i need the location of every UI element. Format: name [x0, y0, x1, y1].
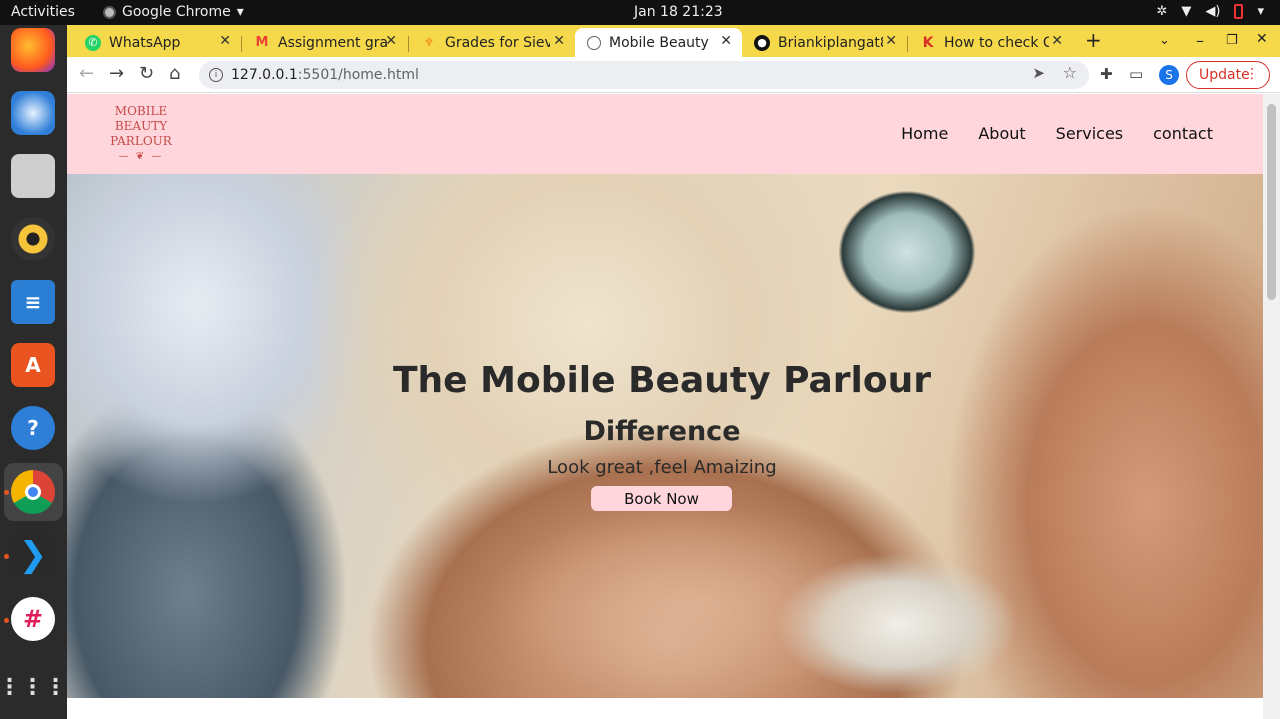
send-to-devices-icon[interactable]: ➤: [1032, 64, 1045, 82]
nav-services[interactable]: Services: [1056, 124, 1123, 143]
dock: ≡ A ? ❯ # ⋮⋮⋮: [0, 25, 67, 719]
power-menu-icon: ▾: [1257, 4, 1264, 19]
tab-title: Assignment grac: [278, 34, 388, 51]
thunderbird-icon[interactable]: [11, 91, 55, 135]
close-window-button[interactable]: ✕: [1256, 31, 1268, 47]
clock[interactable]: Jan 18 21:23: [634, 4, 723, 20]
chrome-icon[interactable]: [11, 470, 55, 514]
address-bar[interactable]: i 127.0.0.1 :5501/home.html ➤ ☆: [199, 61, 1089, 89]
system-top-bar: Activities Google Chrome ▾ Jan 18 21:23 …: [0, 0, 1280, 25]
files-icon[interactable]: [11, 154, 55, 198]
tab-whatsapp[interactable]: ✆ WhatsApp ✕: [73, 28, 241, 57]
hero-tagline: Look great ,feel Amaizing: [547, 457, 777, 478]
tab-search-icon[interactable]: ⌄: [1159, 33, 1170, 48]
hero-image-glow: [487, 504, 907, 698]
chrome-small-icon: [103, 5, 116, 19]
k-icon: K: [922, 34, 934, 51]
wifi-icon: ▼: [1181, 4, 1192, 19]
ubuntu-software-icon[interactable]: A: [11, 343, 55, 387]
tab-assignment[interactable]: M Assignment grac ✕: [242, 28, 407, 57]
tab-title: Briankiplangat8: [778, 34, 883, 51]
volume-icon: ◀): [1205, 4, 1221, 19]
tab-title: WhatsApp: [109, 34, 181, 51]
book-now-button[interactable]: Book Now: [591, 486, 732, 511]
gmail-icon: M: [255, 35, 269, 50]
running-indicator: [4, 554, 9, 559]
app-menu-label: Google Chrome: [122, 4, 231, 20]
url-path: :5501/home.html: [297, 67, 419, 83]
logo-line: BEAUTY: [114, 119, 168, 133]
globe-icon: [587, 35, 601, 50]
page-viewport: MOBILE BEAUTY PARLOUR — ❦ — Home About S…: [67, 94, 1263, 719]
scrollbar-thumb[interactable]: [1267, 104, 1276, 300]
hero-title: The Mobile Beauty Parlour: [393, 360, 931, 401]
new-tab-button[interactable]: +: [1085, 28, 1102, 52]
close-icon[interactable]: ✕: [553, 33, 565, 49]
logo-line: PARLOUR: [110, 134, 172, 148]
close-icon[interactable]: ✕: [720, 33, 732, 49]
site-nav: Home About Services contact: [901, 124, 1213, 143]
firefox-icon[interactable]: [11, 28, 55, 72]
tab-grades[interactable]: ♆ Grades for Sieva ✕: [409, 28, 575, 57]
nav-home[interactable]: Home: [901, 124, 948, 143]
page-scrollbar[interactable]: [1263, 94, 1280, 719]
site-info-icon[interactable]: i: [209, 68, 223, 82]
nav-about[interactable]: About: [978, 124, 1025, 143]
browser-window: ✆ WhatsApp ✕ M Assignment grac ✕ ♆ Grade…: [67, 25, 1280, 719]
logo-line: MOBILE: [114, 104, 168, 118]
vscode-icon[interactable]: ❯: [11, 533, 55, 577]
bookmark-star-icon[interactable]: ☆: [1063, 63, 1077, 82]
close-icon[interactable]: ✕: [219, 33, 231, 49]
show-applications-icon[interactable]: ⋮⋮⋮: [0, 665, 67, 709]
update-button[interactable]: Update ⋮: [1186, 61, 1270, 89]
forward-arrow-icon[interactable]: →: [109, 63, 124, 84]
close-icon[interactable]: ✕: [385, 33, 397, 49]
kebab-menu-icon: ⋮: [1245, 66, 1259, 82]
battery-icon: [1234, 4, 1244, 19]
whatsapp-icon: ✆: [85, 34, 101, 51]
tab-how-to-check[interactable]: K How to check CR ✕: [908, 28, 1073, 57]
tab-strip: ✆ WhatsApp ✕ M Assignment grac ✕ ♆ Grade…: [67, 25, 1280, 57]
update-label: Update: [1199, 67, 1250, 83]
minimize-button[interactable]: –: [1196, 31, 1204, 50]
browser-toolbar: ← → ↻ ⌂ i 127.0.0.1 :5501/home.html ➤ ☆ …: [67, 57, 1280, 93]
close-icon[interactable]: ✕: [885, 33, 897, 49]
running-indicator: [4, 490, 9, 495]
libreoffice-writer-icon[interactable]: ≡: [11, 280, 55, 324]
slack-icon[interactable]: #: [11, 597, 55, 641]
github-icon: ●: [754, 34, 770, 51]
activities-button[interactable]: Activities: [11, 4, 75, 20]
tab-github[interactable]: ● Briankiplangat8 ✕: [742, 28, 907, 57]
tab-title: Grades for Sieva: [445, 34, 550, 51]
extensions-puzzle-icon[interactable]: ✚: [1100, 65, 1113, 83]
site-logo[interactable]: MOBILE BEAUTY PARLOUR — ❦ —: [105, 104, 177, 164]
hero-section: The Mobile Beauty Parlour Difference Loo…: [67, 174, 1263, 698]
network-settings-icon: ✲: [1156, 4, 1168, 19]
maximize-button[interactable]: ❐: [1226, 33, 1238, 48]
url-host: 127.0.0.1: [231, 67, 298, 83]
running-indicator: [4, 618, 9, 623]
reload-icon[interactable]: ↻: [139, 63, 154, 84]
rhythmbox-icon[interactable]: [11, 217, 55, 261]
system-tray[interactable]: ✲ ▼ ◀) ▾: [1156, 4, 1264, 19]
caret-down-icon: ▾: [236, 4, 244, 20]
nav-contact[interactable]: contact: [1153, 124, 1213, 143]
back-arrow-icon[interactable]: ←: [79, 63, 94, 84]
home-icon[interactable]: ⌂: [169, 63, 180, 84]
close-icon[interactable]: ✕: [1051, 33, 1063, 49]
profile-avatar[interactable]: S: [1159, 65, 1179, 85]
tab-title: How to check CR: [944, 34, 1049, 51]
app-menu[interactable]: Google Chrome ▾: [103, 4, 244, 20]
tab-title: Mobile Beauty P: [609, 34, 709, 51]
tab-mobile-beauty[interactable]: Mobile Beauty P ✕: [575, 28, 742, 57]
moodle-icon: ♆: [424, 36, 434, 49]
site-header: MOBILE BEAUTY PARLOUR — ❦ — Home About S…: [67, 94, 1263, 174]
hero-subtitle: Difference: [583, 416, 741, 447]
help-icon[interactable]: ?: [11, 406, 55, 450]
cast-icon[interactable]: ▭: [1129, 65, 1143, 83]
lotus-icon: — ❦ —: [118, 151, 164, 162]
